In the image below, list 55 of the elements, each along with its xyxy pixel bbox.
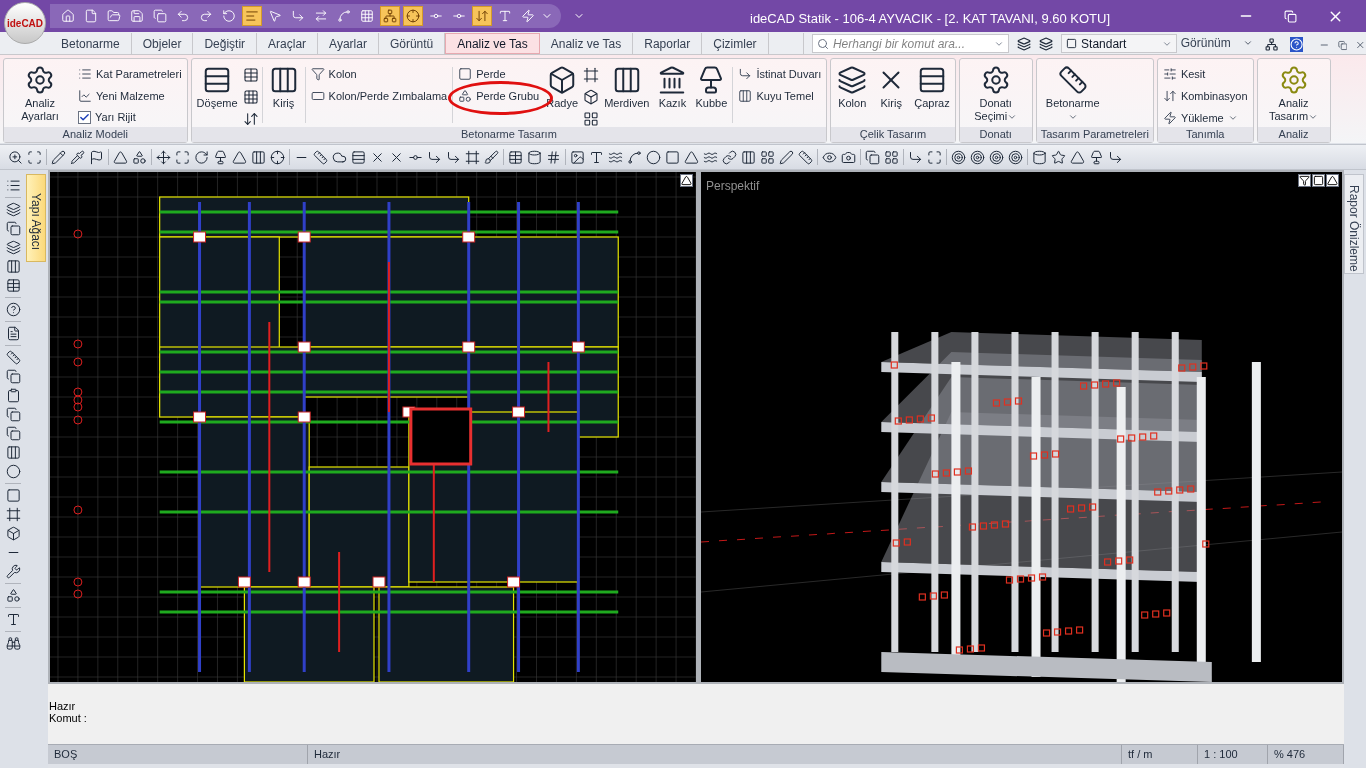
layer-dropdown[interactable]: Standart: [1061, 34, 1177, 53]
ribbon-button[interactable]: Yükleme: [1160, 107, 1240, 127]
group-title: Tasarım Parametreleri: [1036, 127, 1153, 142]
view-menu[interactable]: Görünüm: [1180, 34, 1253, 52]
side-panel-tab[interactable]: Rapor Önizleme: [1344, 174, 1364, 274]
ribbon-large-button[interactable]: Kazık: [654, 63, 691, 127]
ribbon-tab[interactable]: Raporlar: [633, 33, 703, 54]
ribbon-button[interactable]: Kesit: [1160, 63, 1208, 85]
viewport-label: Perspektif: [706, 178, 760, 195]
app-logo[interactable]: ideCAD: [4, 2, 46, 44]
ribbon-large-button[interactable]: Merdiven: [602, 63, 652, 127]
group-title: Tanımla: [1157, 127, 1253, 142]
group-title: Betonarme Tasarım: [191, 127, 827, 142]
ribbon-large-button[interactable]: Donatı Seçimi: [962, 63, 1029, 127]
status-field: BOŞ: [48, 745, 308, 764]
status-field: tf / m: [1122, 745, 1198, 764]
ribbon-large-button[interactable]: Betonarme: [1039, 63, 1106, 127]
ribbon-tab[interactable]: Çizimler: [702, 33, 769, 54]
group-title: Analiz: [1257, 127, 1330, 142]
ribbon-tab[interactable]: Değiştir: [193, 33, 258, 54]
ribbon-large-button[interactable]: Döşeme: [194, 63, 240, 127]
ribbon-button[interactable]: Kat Parametreleri: [76, 63, 184, 85]
ribbon-large-button[interactable]: Analiz Ayarları: [7, 63, 73, 127]
ribbon-button[interactable]: Kuyu Temel: [736, 85, 816, 107]
ribbon-tab[interactable]: Analiz ve Tas: [539, 33, 634, 54]
ribbon-button[interactable]: Kolon/Perde Zımbalama: [308, 85, 450, 107]
ribbon-button[interactable]: Kombinasyon: [1160, 85, 1250, 107]
ribbon-tab[interactable]: Betonarme: [50, 33, 132, 54]
ribbon-large-button[interactable]: Kubbe: [693, 63, 730, 127]
ribbon-large-button[interactable]: Kiriş: [265, 63, 302, 127]
command-line: Hazır: [49, 700, 77, 712]
ribbon-large-button[interactable]: Kolon: [834, 63, 871, 127]
ribbon-button[interactable]: Perde: [456, 63, 508, 85]
group-title: Çelik Tasarım: [831, 127, 955, 142]
side-panel-tab[interactable]: Yapı Ağacı: [26, 174, 46, 262]
ribbon-large-button[interactable]: Kiriş: [873, 63, 910, 127]
checkbox-label: Yarı Rijit: [95, 109, 136, 125]
ribbon-button[interactable]: Perde Grubu: [456, 85, 542, 107]
perspective-viewport[interactable]: Perspektif: [701, 172, 1342, 682]
status-field: 1 : 100: [1198, 745, 1268, 764]
window-title: ideCAD Statik - 106-4 AYVACIK - [2. KAT TAVANI, 9.60 KOTU]: [750, 10, 1111, 28]
ribbon-tab[interactable]: Araçlar: [257, 33, 319, 54]
ribbon-tab[interactable]: Ayarlar: [318, 33, 379, 54]
ribbon-tab[interactable]: Objeler: [131, 33, 194, 54]
ribbon-large-button[interactable]: Çapraz: [912, 63, 952, 127]
ribbon-button[interactable]: Kolon: [308, 63, 359, 85]
ribbon-button[interactable]: İstinat Duvarı: [736, 63, 824, 85]
ribbon-tab[interactable]: Analiz ve Tas: [445, 33, 540, 54]
command-line: Komut :: [49, 712, 88, 724]
status-field: Hazır: [308, 745, 1122, 764]
group-title: Donatı: [959, 127, 1032, 142]
group-title: Analiz Modeli: [4, 127, 187, 142]
ribbon-large-button[interactable]: Analiz Tasarım: [1260, 63, 1327, 127]
search-field[interactable]: Herhangi bir komut ara...: [811, 34, 1009, 53]
ribbon-button[interactable]: Yeni Malzeme: [76, 85, 167, 107]
